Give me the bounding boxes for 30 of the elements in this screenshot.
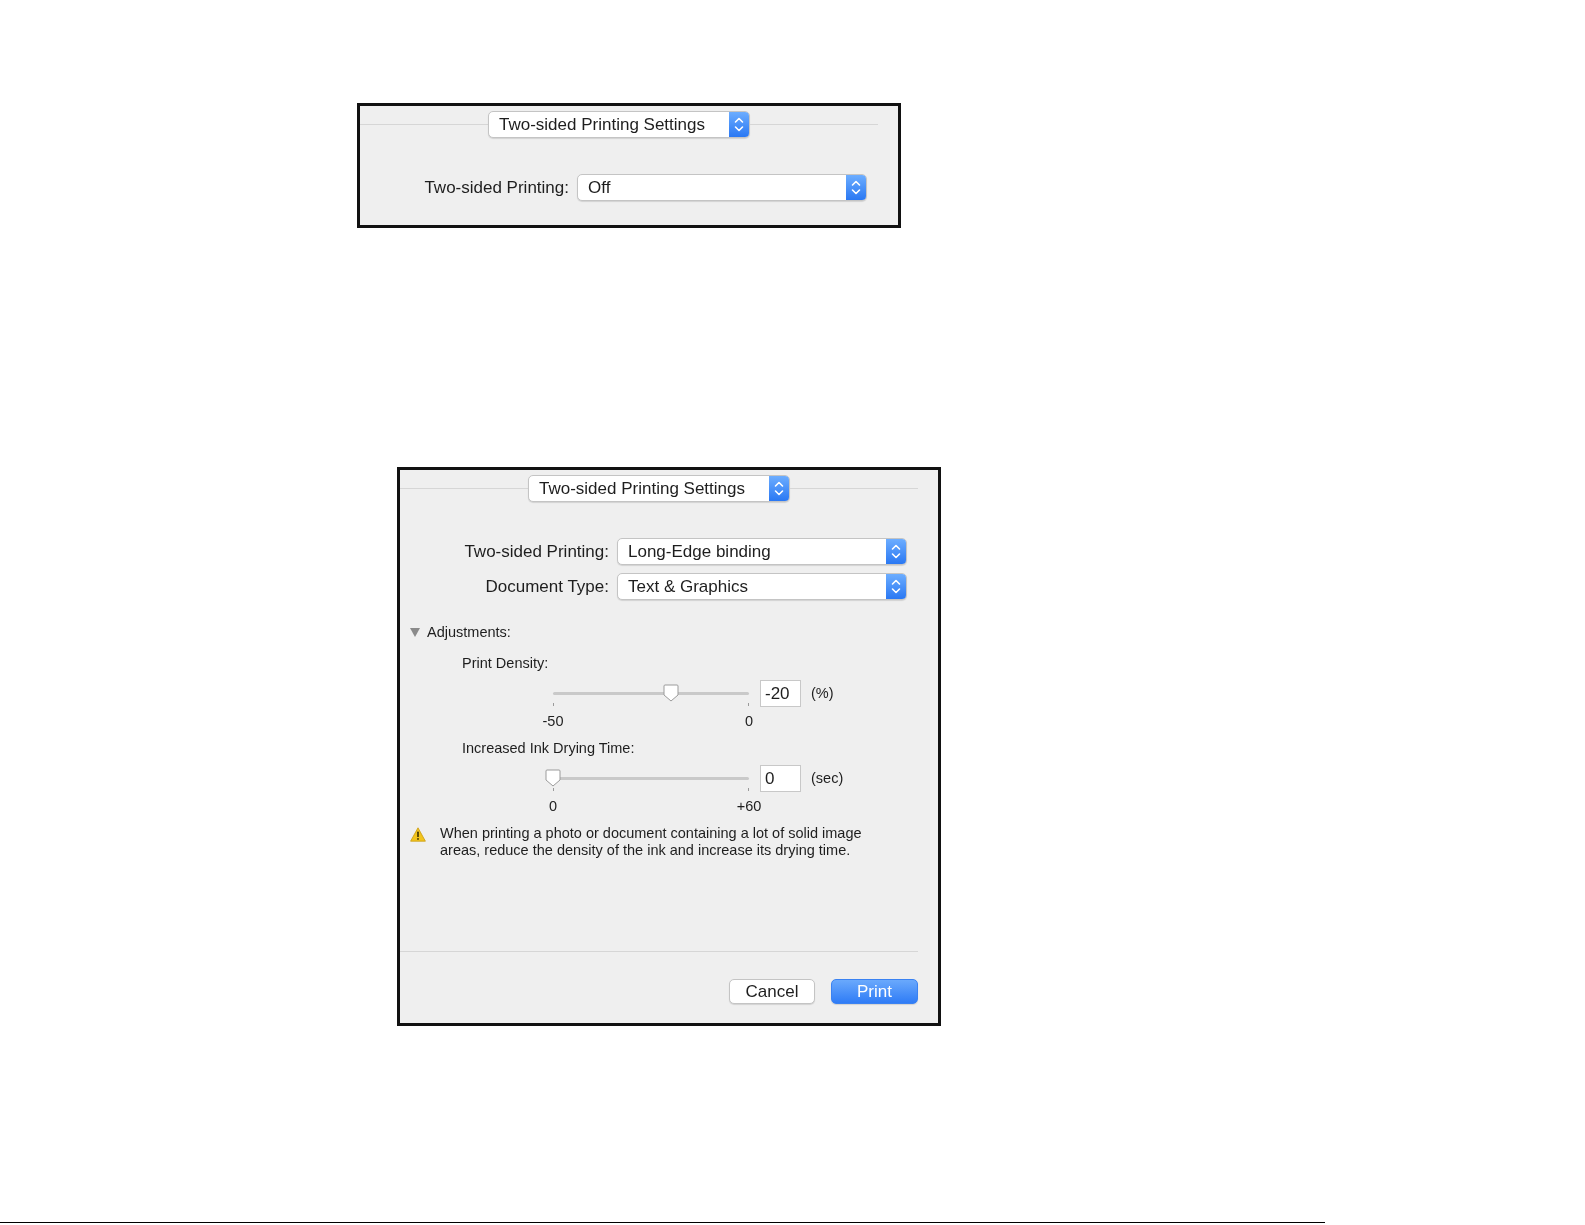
number-field[interactable]: 0 bbox=[760, 765, 801, 792]
slider-thumb[interactable] bbox=[545, 769, 561, 787]
field-label: Two-sided Printing: bbox=[424, 177, 569, 198]
warning-icon bbox=[410, 827, 426, 842]
field-label: Two-sided Printing: bbox=[464, 541, 609, 562]
field-label: Document Type: bbox=[485, 576, 609, 597]
tick-label: +60 bbox=[735, 798, 763, 814]
slider-thumb[interactable] bbox=[662, 684, 679, 702]
unit-label: (%) bbox=[811, 685, 834, 701]
popup-button[interactable]: Long-Edge binding bbox=[617, 538, 907, 565]
cancel-button[interactable]: Cancel bbox=[729, 979, 815, 1004]
up-down-chevron-icon bbox=[769, 476, 789, 501]
popup-button[interactable]: Two-sided Printing Settings bbox=[528, 475, 790, 502]
unit-label: (sec) bbox=[811, 770, 844, 786]
up-down-chevron-icon bbox=[886, 539, 906, 564]
popup-button[interactable]: Two-sided Printing Settings bbox=[488, 111, 750, 138]
up-down-chevron-icon bbox=[886, 574, 906, 599]
popup-button[interactable]: Off bbox=[577, 174, 867, 201]
disclosure-triangle-icon[interactable] bbox=[410, 627, 420, 637]
section-label: Adjustments: bbox=[427, 624, 511, 640]
up-down-chevron-icon bbox=[846, 175, 866, 200]
tick-label: -50 bbox=[541, 713, 565, 729]
number-field[interactable]: -20 bbox=[760, 680, 801, 707]
up-down-chevron-icon bbox=[729, 112, 749, 137]
popup-button[interactable]: Text & Graphics bbox=[617, 573, 907, 600]
slider-label: Increased Ink Drying Time: bbox=[462, 740, 635, 757]
tick-label: 0 bbox=[547, 798, 559, 814]
tick-label: 0 bbox=[743, 713, 755, 729]
warning-text: When printing a photo or document containing a lot of solid image areas, reduce the density of the ink and increase its drying time. bbox=[440, 825, 863, 859]
slider-label: Print Density: bbox=[462, 655, 549, 672]
